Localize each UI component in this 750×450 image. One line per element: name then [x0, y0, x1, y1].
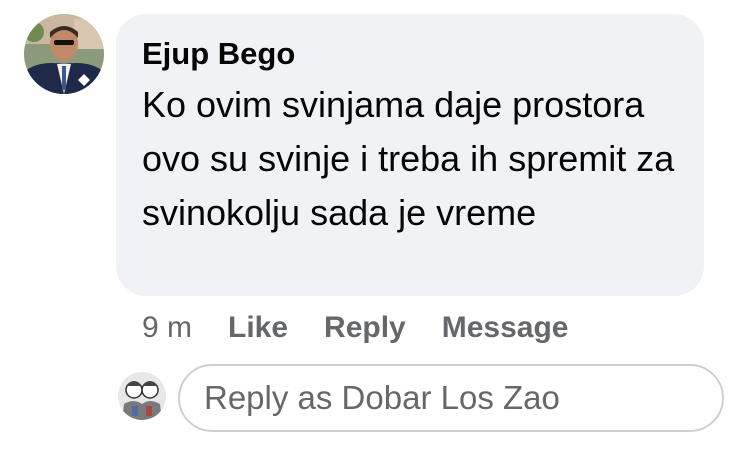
reply-button[interactable]: Reply — [324, 311, 406, 345]
current-user-avatar-image — [118, 372, 166, 420]
comment-bubble: Ejup Bego Ko ovim svinjama daje prostora… — [116, 14, 704, 296]
message-button[interactable]: Message — [442, 311, 569, 345]
comment-text: Ko ovim svinjama daje prostora ovo su sv… — [142, 84, 675, 233]
reply-input[interactable]: Reply as Dobar Los Zao — [178, 364, 724, 432]
reply-input-placeholder: Reply as Dobar Los Zao — [204, 379, 560, 416]
current-user-avatar[interactable] — [118, 372, 166, 420]
author-name[interactable]: Ejup Bego — [142, 34, 678, 74]
author-avatar-image — [24, 14, 104, 94]
like-button[interactable]: Like — [228, 311, 288, 345]
author-avatar[interactable] — [24, 14, 104, 94]
comment-timestamp[interactable]: 9 m — [142, 311, 192, 345]
comment-actions: 9 m Like Reply Message — [142, 308, 605, 348]
comment-thread: Ejup Bego Ko ovim svinjama daje prostora… — [0, 0, 750, 450]
